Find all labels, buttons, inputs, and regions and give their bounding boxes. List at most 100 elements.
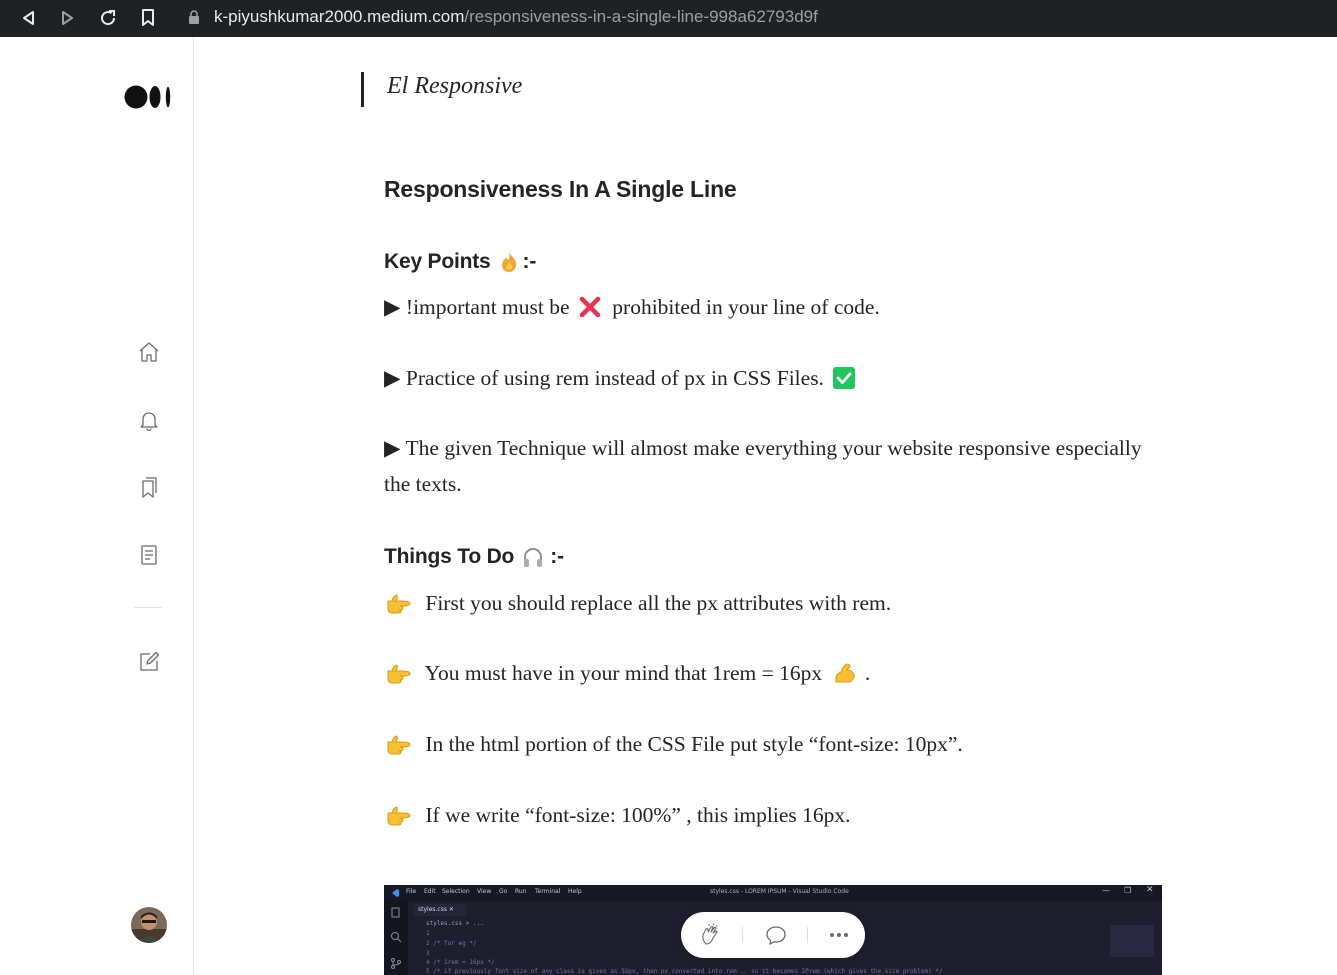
todo-item-3-text: In the html portion of the CSS File put … — [425, 732, 963, 756]
vscode-window-title: styles.css - LOREM IPSUM - Visual Studio… — [710, 888, 849, 895]
todo-item-3: In the html portion of the CSS File put … — [384, 726, 1144, 762]
vscode-menu-view: View — [477, 888, 492, 895]
todo-item-4-text: If we write “font-size: 100%” , this imp… — [425, 803, 851, 827]
todo-item-2-before: You must have in your mind that 1rem = 1… — [424, 661, 823, 685]
vscode-menu-file: File — [406, 888, 417, 895]
address-bar[interactable]: k-piyushkumar2000.medium.com/responsiven… — [178, 2, 818, 32]
publication-name[interactable]: El Responsive — [387, 73, 522, 100]
bookmark-button[interactable] — [136, 6, 160, 30]
back-icon — [23, 11, 34, 25]
todo-item-2: You must have in your mind that 1rem = 1… — [384, 655, 1144, 691]
cross-mark-icon — [579, 296, 601, 318]
vscode-close-icon: ✕ — [1146, 885, 1154, 895]
sidebar-item-notifications[interactable] — [136, 407, 162, 433]
vscode-menu-go: Go — [499, 888, 508, 895]
sidebar-item-home[interactable] — [136, 339, 162, 365]
things-to-do-heading: Things To Do :- — [384, 545, 564, 569]
key-point-3: ▶ The given Technique will almost make e… — [384, 430, 1144, 502]
fire-icon — [501, 252, 516, 272]
key-points-heading-text: Key Points — [384, 250, 491, 273]
key-point-1-after: prohibited in your line of code. — [612, 295, 880, 319]
home-icon — [139, 342, 159, 362]
document-icon — [141, 545, 157, 565]
vscode-code-line-2: 2 /* for eg */ — [426, 940, 477, 947]
key-point-2-text: Practice of using rem instead of px in C… — [405, 366, 824, 390]
key-point-1: ▶ !important must be prohibited in your … — [384, 289, 1144, 325]
vscode-menu-terminal: Terminal — [535, 888, 561, 895]
todo-item-4: If we write “font-size: 100%” , this imp… — [384, 797, 1144, 833]
things-to-do-heading-text: Things To Do — [384, 545, 515, 568]
pill-separator — [742, 927, 743, 943]
sidebar-item-stories[interactable] — [136, 542, 162, 568]
check-mark-icon — [833, 367, 856, 390]
vscode-tab-label: styles.css — [418, 906, 447, 913]
more-icon — [830, 933, 848, 937]
vscode-minimap — [1110, 925, 1154, 957]
key-point-3-text: The given Technique will almost make eve… — [384, 436, 1142, 496]
url-host: k-piyushkumar2000.medium.com — [214, 7, 465, 26]
vscode-code-line-3: 3 — [426, 950, 430, 957]
things-to-do-heading-suffix: :- — [550, 545, 564, 568]
avatar[interactable] — [131, 907, 167, 943]
key-point-1-before: !important must be — [405, 295, 570, 319]
bookmark-icon — [142, 9, 154, 26]
todo-item-1-text: First you should replace all the px attr… — [425, 591, 892, 615]
vscode-activity-bar — [384, 901, 408, 975]
bookmarks-icon — [142, 477, 157, 498]
lock-icon — [189, 10, 199, 24]
pointing-right-icon — [387, 806, 411, 826]
vscode-menu-selection: Selection — [442, 888, 470, 895]
vscode-source-control-icon — [391, 958, 401, 969]
sidebar-divider — [134, 607, 162, 608]
pill-separator — [807, 927, 808, 943]
vscode-search-icon — [391, 932, 402, 943]
vscode-titlebar: File Edit Selection View Go Run Terminal… — [384, 885, 1162, 901]
floating-action-bar — [681, 912, 865, 958]
vscode-menu-run: Run — [515, 888, 527, 895]
bell-icon — [140, 412, 158, 432]
flexed-biceps-icon — [835, 663, 856, 683]
reload-icon — [101, 10, 116, 26]
url-path: /responsiveness-in-a-single-line-998a627… — [464, 7, 818, 26]
vscode-tab: styles.css ✕ — [414, 904, 466, 916]
comment-icon — [766, 926, 786, 945]
vscode-breadcrumb: styles.css > ... — [426, 920, 484, 927]
vscode-logo-icon — [392, 889, 399, 897]
key-points-heading: Key Points :- — [384, 250, 536, 274]
pointing-right-icon — [387, 664, 411, 684]
reload-button[interactable] — [96, 6, 120, 30]
bullet-marker: ▶ — [384, 295, 401, 319]
clap-button[interactable] — [699, 923, 723, 947]
article-title: Responsiveness In A Single Line — [384, 176, 737, 202]
vscode-code-line-5: 5 /* if previously font size of any clas… — [426, 968, 943, 975]
back-button[interactable] — [16, 6, 40, 30]
medium-logo-icon — [124, 85, 171, 109]
publication-bar — [361, 72, 364, 107]
vscode-menu-edit: Edit — [424, 888, 436, 895]
sidebar-item-lists[interactable] — [136, 474, 162, 500]
left-sidebar — [0, 37, 194, 975]
vscode-restore-icon: ❐ — [1124, 886, 1132, 895]
edit-icon — [140, 651, 160, 671]
pointing-right-icon — [387, 594, 411, 614]
bullet-marker: ▶ — [384, 436, 401, 460]
vscode-explorer-icon — [391, 907, 400, 918]
more-options-button[interactable] — [827, 923, 851, 947]
forward-button[interactable] — [56, 6, 80, 30]
key-points-heading-suffix: :- — [522, 250, 537, 273]
clap-icon — [702, 923, 718, 945]
forward-icon — [62, 11, 73, 25]
browser-toolbar: k-piyushkumar2000.medium.com/responsiven… — [0, 0, 1337, 37]
todo-item-1: First you should replace all the px attr… — [384, 585, 1144, 621]
sidebar-item-write[interactable] — [136, 649, 162, 675]
vscode-code-line-1: 1 — [426, 930, 430, 937]
vscode-minimize-icon: — — [1102, 886, 1110, 895]
key-point-2: ▶ Practice of using rem instead of px in… — [384, 360, 1144, 396]
pointing-right-icon — [387, 735, 411, 755]
headphones-icon — [524, 548, 543, 567]
medium-logo[interactable] — [124, 85, 174, 111]
comment-button[interactable] — [764, 923, 788, 947]
vscode-code-line-4: 4 /* 1rem = 16px */ — [426, 959, 495, 966]
bullet-marker: ▶ — [384, 366, 401, 390]
todo-item-2-after: . — [864, 661, 871, 685]
